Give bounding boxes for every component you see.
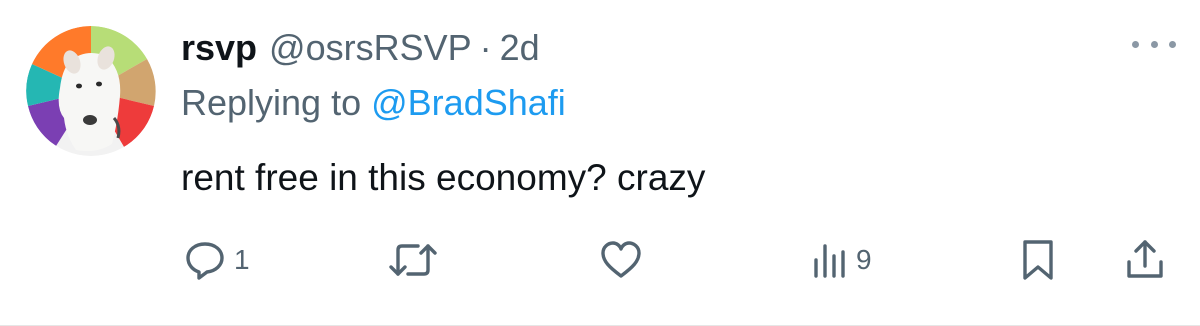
reply-button[interactable]: 1 [184, 232, 250, 288]
user-handle[interactable]: @osrsRSVP [269, 27, 472, 69]
tweet[interactable]: rsvp @osrsRSVP · 2d Replying to @BradSha… [0, 0, 1200, 326]
reply-icon [186, 242, 224, 280]
reply-count: 1 [234, 244, 250, 275]
tweet-header: rsvp @osrsRSVP · 2d [181, 20, 540, 76]
more-horizontal-icon[interactable] [1132, 36, 1176, 52]
tweet-text: rent free in this economy? crazy [181, 157, 706, 198]
avatar[interactable] [26, 26, 156, 156]
views-button[interactable]: 9 [812, 232, 872, 288]
views-count: 9 [856, 244, 872, 275]
views-icon [814, 244, 845, 278]
share-icon [1127, 240, 1163, 278]
heart-icon [601, 241, 641, 278]
avatar-image [26, 26, 156, 156]
share-button[interactable] [1124, 232, 1166, 288]
timestamp[interactable]: 2d [500, 27, 540, 69]
bookmark-icon [1023, 240, 1053, 280]
retweet-button[interactable] [388, 232, 446, 288]
replying-prefix: Replying to [181, 82, 362, 123]
bookmark-button[interactable] [1020, 232, 1056, 288]
mention-link[interactable]: @BradShafi [371, 82, 566, 123]
retweet-icon [389, 244, 437, 276]
separator-dot: · [479, 27, 492, 68]
display-name[interactable]: rsvp [181, 27, 257, 69]
action-bar: 1 9 [0, 232, 1200, 292]
like-button[interactable] [599, 232, 651, 288]
replying-to-line: Replying to @BradShafi [181, 82, 566, 124]
